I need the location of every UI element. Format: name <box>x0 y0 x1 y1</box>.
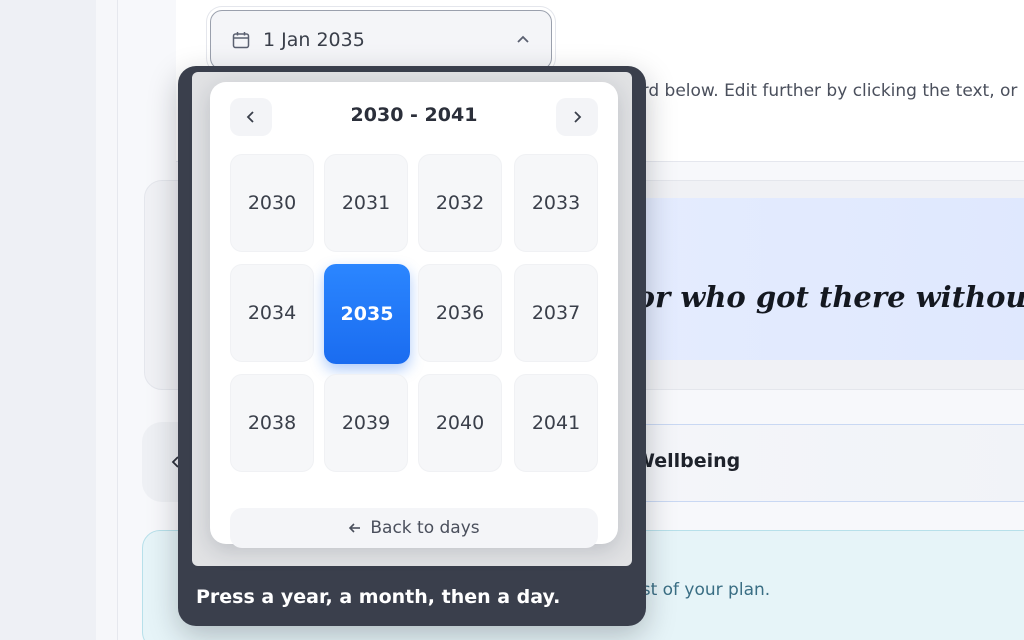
year-cell-selected[interactable]: 2035 <box>324 264 410 364</box>
date-value: 1 Jan 2035 <box>263 29 365 51</box>
year-range-title: 2030 - 2041 <box>350 104 478 126</box>
tutorial-caption: Press a year, a month, then a day. <box>196 586 561 608</box>
year-cell[interactable]: 2040 <box>418 374 502 472</box>
year-cell[interactable]: 2036 <box>418 264 502 362</box>
year-cell[interactable]: 2032 <box>418 154 502 252</box>
year-cell[interactable]: 2031 <box>324 154 408 252</box>
year-cell[interactable]: 2037 <box>514 264 598 362</box>
year-cell[interactable]: 2034 <box>230 264 314 362</box>
chevron-left-icon <box>246 111 254 123</box>
year-cell[interactable]: 2039 <box>324 374 408 472</box>
calendar-icon <box>232 32 250 49</box>
year-cell[interactable]: 2038 <box>230 374 314 472</box>
year-cell[interactable]: 2030 <box>230 154 314 252</box>
chevron-right-icon <box>574 111 582 123</box>
prev-range-button[interactable] <box>230 98 272 136</box>
target-date-field[interactable]: 1 Jan 2035 <box>210 10 552 70</box>
chevron-up-icon <box>517 35 529 43</box>
year-cell[interactable]: 2033 <box>514 154 598 252</box>
left-rail-divider <box>96 0 118 640</box>
next-range-button[interactable] <box>556 98 598 136</box>
year-cell[interactable]: 2041 <box>514 374 598 472</box>
back-to-days-label: Back to days <box>370 518 480 538</box>
year-picker: 2030 - 2041 2030 2031 2032 2033 2034 203… <box>210 82 618 548</box>
back-to-days-button[interactable]: Back to days <box>230 508 598 548</box>
left-rail <box>0 0 96 640</box>
arrow-left-icon <box>349 523 361 533</box>
